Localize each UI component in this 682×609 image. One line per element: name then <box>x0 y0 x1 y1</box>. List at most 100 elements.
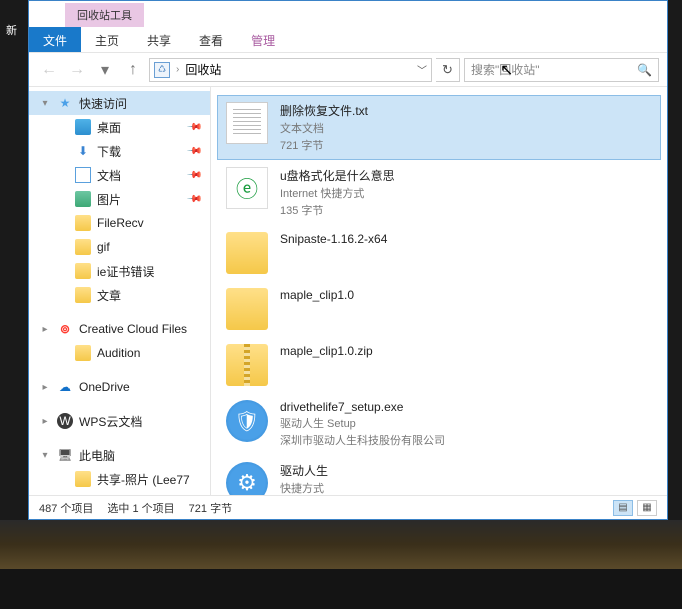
status-selected-size: 721 字节 <box>189 500 232 516</box>
sidebar-shared-photo[interactable]: 共享-照片 (Lee77 <box>29 467 210 491</box>
file-meta: u盘格式化是什么意思 Internet 快捷方式 135 字节 <box>280 167 395 218</box>
sidebar-label: 文档 <box>97 167 121 184</box>
folder-icon <box>75 263 91 279</box>
picture-icon <box>75 191 91 207</box>
title-strip: 回收站工具 <box>29 1 667 27</box>
ribbon-tab-file[interactable]: 文件 <box>29 27 81 52</box>
sidebar-quick-access[interactable]: ▾★快速访问 <box>29 91 210 115</box>
status-bar: 487 个项目 选中 1 个项目 721 字节 ▤ ▦ <box>29 495 667 519</box>
ribbon-tab-view[interactable]: 查看 <box>185 27 237 52</box>
view-details-button[interactable]: ▤ <box>613 500 633 516</box>
sidebar-this-pc[interactable]: ▾🖥此电脑 <box>29 443 210 467</box>
ribbon-tab-share[interactable]: 共享 <box>133 27 185 52</box>
folder-icon <box>75 239 91 255</box>
file-name: drivethelife7_setup.exe <box>280 400 445 414</box>
file-item[interactable]: ⓔ u盘格式化是什么意思 Internet 快捷方式 135 字节 <box>217 160 661 225</box>
folder-icon <box>75 345 91 361</box>
sidebar-audition[interactable]: Audition <box>29 341 210 365</box>
file-item[interactable]: maple_clip1.0.zip <box>217 337 661 393</box>
refresh-icon: ↻ <box>442 62 453 78</box>
file-meta: 驱动人生 快捷方式 1.14 KB <box>280 462 328 495</box>
ribbon-tab-home[interactable]: 主页 <box>81 27 133 52</box>
sidebar-pictures[interactable]: 图片📌 <box>29 187 210 211</box>
nav-forward-button[interactable]: → <box>65 58 89 82</box>
pin-icon: 📌 <box>185 119 202 136</box>
file-item[interactable]: 🛡 drivethelife7_setup.exe 驱动人生 Setup 深圳市… <box>217 393 661 455</box>
address-bar[interactable]: ♺ › 回收站 ﹀ <box>149 58 432 82</box>
sidebar-creative-cloud[interactable]: ▸⊚Creative Cloud Files <box>29 317 210 341</box>
file-type: 文本文档 <box>280 120 368 136</box>
file-size: 721 字节 <box>280 137 368 153</box>
desktop-icon <box>75 119 91 135</box>
file-item[interactable]: ⚙ 驱动人生 快捷方式 1.14 KB <box>217 455 661 495</box>
sidebar-label: 此电脑 <box>79 447 115 464</box>
text-file-icon <box>226 102 268 144</box>
file-meta: 删除恢复文件.txt 文本文档 721 字节 <box>280 102 368 153</box>
arrow-left-icon: ← <box>41 61 57 79</box>
onedrive-icon: ☁ <box>57 379 73 395</box>
pin-icon: 📌 <box>185 167 202 184</box>
sidebar-ie-error[interactable]: ie证书错误 <box>29 259 210 283</box>
nav-recent-dropdown[interactable]: ▾ <box>93 58 117 82</box>
sidebar-label: 桌面 <box>97 119 121 136</box>
details-view-icon: ▤ <box>618 502 627 513</box>
folder-icon <box>75 287 91 303</box>
view-mode-buttons: ▤ ▦ <box>613 500 657 516</box>
sidebar-articles[interactable]: 文章 <box>29 283 210 307</box>
sidebar-gif[interactable]: gif <box>29 235 210 259</box>
file-list: 删除恢复文件.txt 文本文档 721 字节 ⓔ u盘格式化是什么意思 Inte… <box>211 87 667 495</box>
sidebar-onedrive[interactable]: ▸ ☁ OneDrive <box>29 375 210 399</box>
expand-icon: ▸ <box>39 382 51 393</box>
file-meta: drivethelife7_setup.exe 驱动人生 Setup 深圳市驱动… <box>280 400 445 448</box>
view-tiles-button[interactable]: ▦ <box>637 500 657 516</box>
file-name: 删除恢复文件.txt <box>280 102 368 119</box>
zip-icon <box>226 344 268 386</box>
sidebar-documents[interactable]: 文档 📌 <box>29 163 210 187</box>
taskbar[interactable] <box>0 569 682 609</box>
folder-icon <box>226 232 268 274</box>
file-item[interactable]: 删除恢复文件.txt 文本文档 721 字节 <box>217 95 661 160</box>
tiles-view-icon: ▦ <box>642 502 651 513</box>
file-type: 快捷方式 <box>280 480 328 495</box>
desktop-icon-label: 新 <box>6 22 17 38</box>
sidebar-label: 图片 <box>97 191 121 208</box>
sidebar-label: OneDrive <box>79 380 130 394</box>
star-icon: ★ <box>57 95 73 111</box>
refresh-button[interactable]: ↻ <box>436 58 460 82</box>
file-item[interactable]: Snipaste-1.16.2-x64 <box>217 225 661 281</box>
sidebar-downloads[interactable]: ⬇下载📌 <box>29 139 210 163</box>
download-icon: ⬇ <box>75 143 91 159</box>
search-icon: 🔍 <box>637 63 652 77</box>
nav-up-button[interactable]: ↑ <box>121 58 145 82</box>
sidebar-desktop[interactable]: 桌面 📌 <box>29 115 210 139</box>
nav-row: ← → ▾ ↑ ♺ › 回收站 ﹀ ↻ 搜索"回收站" 🔍 <box>29 53 667 87</box>
file-publisher: 深圳市驱动人生科技股份有限公司 <box>280 432 445 448</box>
sidebar: ▾ ★ 快速访问 桌面 📌 ⬇下载📌 文档 📌 图片📌 FileRecv gif ie证… <box>29 87 211 495</box>
search-input[interactable]: 搜索"回收站" 🔍 <box>464 58 659 82</box>
folder-icon <box>75 215 91 231</box>
ribbon-tabs: 文件 主页 共享 查看 管理 <box>29 27 667 53</box>
file-name: u盘格式化是什么意思 <box>280 167 395 184</box>
sidebar-label: gif <box>97 240 110 254</box>
expand-icon: ▸ <box>39 416 51 427</box>
address-dropdown-icon[interactable]: ﹀ <box>417 62 427 77</box>
sidebar-label: 快速访问 <box>79 95 127 112</box>
ribbon-tab-manage[interactable]: 管理 <box>237 27 289 52</box>
contextual-tab-recyclebin[interactable]: 回收站工具 <box>65 3 144 27</box>
file-meta: maple_clip1.0 <box>280 288 354 302</box>
sidebar-label: 视频 <box>97 495 121 496</box>
recycle-bin-icon: ♺ <box>154 62 170 78</box>
file-meta: maple_clip1.0.zip <box>280 344 373 358</box>
status-selected-count: 选中 1 个项目 <box>107 500 174 516</box>
nav-back-button[interactable]: ← <box>37 58 61 82</box>
collapse-icon: ▾ <box>39 450 51 461</box>
file-name: maple_clip1.0 <box>280 288 354 302</box>
file-type: 驱动人生 Setup <box>280 415 445 431</box>
sidebar-label: FileRecv <box>97 216 144 230</box>
breadcrumb-separator-icon: › <box>176 64 179 75</box>
sidebar-wps[interactable]: ▸WWPS云文档 <box>29 409 210 433</box>
sidebar-filerecv[interactable]: FileRecv <box>29 211 210 235</box>
sidebar-video[interactable]: 🎬视频 <box>29 491 210 495</box>
arrow-up-icon: ↑ <box>129 61 137 79</box>
file-item[interactable]: maple_clip1.0 <box>217 281 661 337</box>
